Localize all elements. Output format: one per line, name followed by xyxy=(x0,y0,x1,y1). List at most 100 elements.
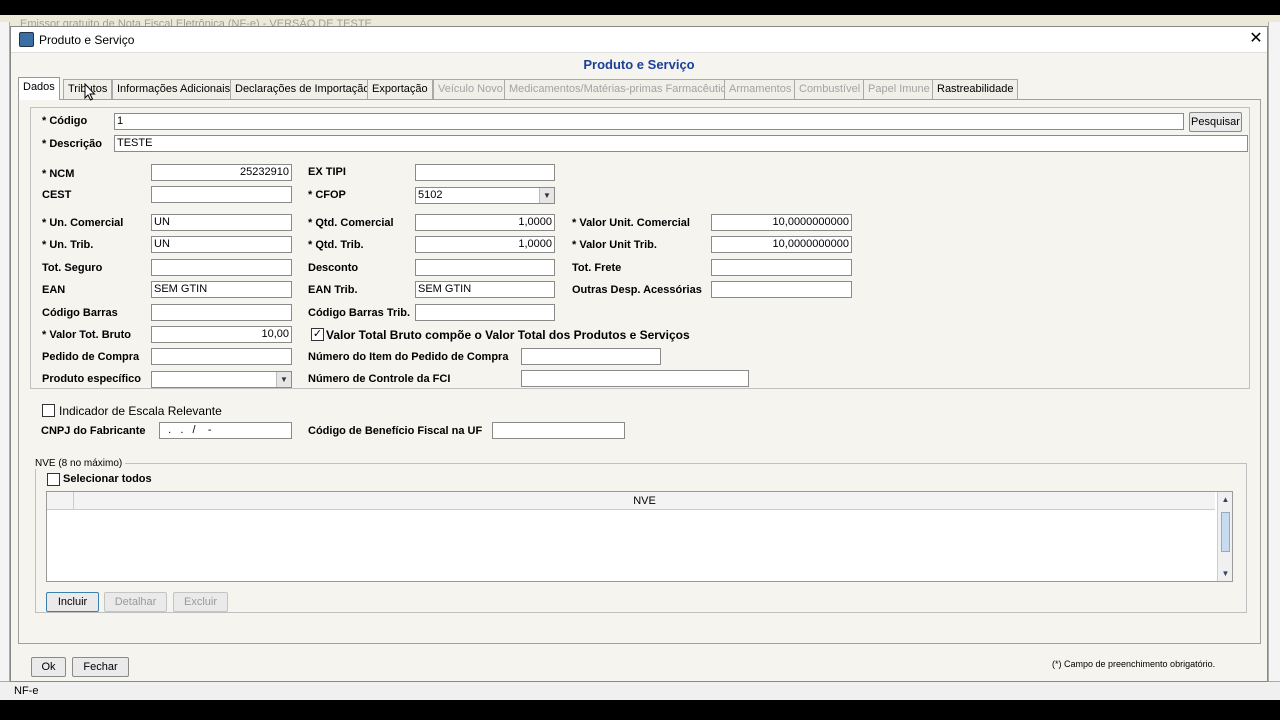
tab-declaracoes-importacao[interactable]: Declarações de Importação xyxy=(230,79,375,99)
un-comercial-input[interactable]: UN xyxy=(151,214,292,231)
cnpj-fabricante-label: CNPJ do Fabricante xyxy=(41,425,146,437)
codigo-label: * Código xyxy=(42,115,88,127)
incluir-button[interactable]: Incluir xyxy=(46,592,99,612)
tab-veiculo-novo: Veículo Novo xyxy=(433,79,508,99)
dialog-titlebar: Produto e Serviço ✕ xyxy=(11,27,1267,53)
qtd-trib-label: * Qtd. Trib. xyxy=(308,239,364,251)
page-title: Produto e Serviço xyxy=(583,57,695,72)
numero-item-pedido-label: Número do Item do Pedido de Compra xyxy=(308,351,509,363)
un-comercial-label: * Un. Comercial xyxy=(42,217,124,229)
outras-desp-input[interactable] xyxy=(711,281,852,298)
nve-scrollbar[interactable]: ▲ ▼ xyxy=(1217,492,1232,581)
nve-table[interactable]: NVE ▲ ▼ xyxy=(46,491,1233,582)
scroll-up-icon[interactable]: ▲ xyxy=(1219,493,1232,506)
cnpj-fabricante-input[interactable]: . . / - xyxy=(159,422,292,439)
tab-papel-imune: Papel Imune xyxy=(863,79,935,99)
valor-tot-bruto-input[interactable]: 10,00 xyxy=(151,326,292,343)
chevron-down-icon[interactable]: ▼ xyxy=(539,188,554,203)
valor-unit-trib-label: * Valor Unit Trib. xyxy=(572,239,657,251)
excluir-button: Excluir xyxy=(173,592,228,612)
ean-trib-input[interactable]: SEM GTIN xyxy=(415,281,555,298)
nve-table-header: NVE xyxy=(47,492,1215,510)
ex-tipi-input[interactable] xyxy=(415,164,555,181)
ean-label: EAN xyxy=(42,284,66,296)
ean-input[interactable]: SEM GTIN xyxy=(151,281,292,298)
scroll-down-icon[interactable]: ▼ xyxy=(1219,567,1232,580)
indicador-escala-label: Indicador de Escala Relevante xyxy=(59,404,222,418)
ncm-label: * NCM xyxy=(42,168,75,180)
nve-column-header: NVE xyxy=(633,495,656,507)
numero-controle-fci-label: Número de Controle da FCI xyxy=(308,373,451,385)
tab-medicamentos: Medicamentos/Matérias-primas Farmacêutic… xyxy=(504,79,743,99)
codigo-beneficio-label: Código de Benefício Fiscal na UF xyxy=(308,425,483,437)
required-fields-footnote: (*) Campo de preenchimento obrigatório. xyxy=(1052,659,1216,669)
background-left-edge xyxy=(0,22,10,682)
ex-tipi-label: EX TIPI xyxy=(308,166,346,178)
valor-total-compoe-label: Valor Total Bruto compõe o Valor Total d… xyxy=(326,328,690,342)
status-bar: NF-e xyxy=(0,681,1280,700)
app-icon xyxy=(19,32,34,47)
codigo-barras-trib-label: Código Barras Trib. xyxy=(308,307,411,319)
detalhar-button: Detalhar xyxy=(104,592,167,612)
fechar-button[interactable]: Fechar xyxy=(72,657,129,677)
produto-servico-dialog: Produto e Serviço ✕ Produto e Serviço Da… xyxy=(10,26,1268,682)
cest-input[interactable] xyxy=(151,186,292,203)
selecionar-todos-label: Selecionar todos xyxy=(63,473,152,485)
desconto-label: Desconto xyxy=(308,262,359,274)
outras-desp-label: Outras Desp. Acessórias xyxy=(572,284,702,296)
codigo-input[interactable]: 1 xyxy=(114,113,1184,130)
chevron-down-icon[interactable]: ▼ xyxy=(276,372,291,387)
valor-unit-trib-input[interactable]: 10,0000000000 xyxy=(711,236,852,253)
status-text: NF-e xyxy=(14,685,39,697)
tab-informacoes-adicionais[interactable]: Informações Adicionais xyxy=(112,79,236,99)
tab-rastreabilidade[interactable]: Rastreabilidade xyxy=(932,79,1019,99)
un-trib-input[interactable]: UN xyxy=(151,236,292,253)
valor-total-compoe-checkbox[interactable]: ✓ xyxy=(311,328,324,341)
tab-armamentos: Armamentos xyxy=(724,79,797,99)
close-icon[interactable]: ✕ xyxy=(1247,30,1265,48)
qtd-comercial-label: * Qtd. Comercial xyxy=(308,217,394,229)
numero-controle-fci-input[interactable] xyxy=(521,370,749,387)
tot-seguro-label: Tot. Seguro xyxy=(42,262,103,274)
un-trib-label: * Un. Trib. xyxy=(42,239,94,251)
desconto-input[interactable] xyxy=(415,259,555,276)
ean-trib-label: EAN Trib. xyxy=(308,284,358,296)
cest-label: CEST xyxy=(42,189,72,201)
descricao-label: * Descrição xyxy=(42,138,102,150)
pesquisar-button[interactable]: Pesquisar xyxy=(1189,112,1242,132)
valor-tot-bruto-label: * Valor Tot. Bruto xyxy=(42,329,132,341)
tot-frete-label: Tot. Frete xyxy=(572,262,622,274)
cfop-label: * CFOP xyxy=(308,189,346,201)
dialog-title: Produto e Serviço xyxy=(39,33,135,47)
tot-frete-input[interactable] xyxy=(711,259,852,276)
produto-especifico-label: Produto específico xyxy=(42,373,142,385)
valor-unit-comercial-label: * Valor Unit. Comercial xyxy=(572,217,690,229)
produto-especifico-select[interactable]: ▼ xyxy=(151,371,292,388)
tab-combustivel: Combustível xyxy=(794,79,866,99)
codigo-beneficio-input[interactable] xyxy=(492,422,625,439)
cfop-select[interactable]: 5102 ▼ xyxy=(415,187,555,204)
tab-exportacao[interactable]: Exportação xyxy=(367,79,433,99)
pedido-compra-input[interactable] xyxy=(151,348,292,365)
cfop-value: 5102 xyxy=(418,189,443,201)
scroll-thumb[interactable] xyxy=(1221,512,1230,552)
qtd-trib-input[interactable]: 1,0000 xyxy=(415,236,555,253)
tot-seguro-input[interactable] xyxy=(151,259,292,276)
descricao-input[interactable]: TESTE xyxy=(114,135,1248,152)
nve-group-legend: NVE (8 no máximo) xyxy=(35,458,126,469)
numero-item-pedido-input[interactable] xyxy=(521,348,661,365)
mouse-cursor-icon xyxy=(84,83,96,101)
tab-dados[interactable]: Dados xyxy=(18,77,60,100)
valor-unit-comercial-input[interactable]: 10,0000000000 xyxy=(711,214,852,231)
pedido-compra-label: Pedido de Compra xyxy=(42,351,140,363)
codigo-barras-label: Código Barras xyxy=(42,307,118,319)
qtd-comercial-input[interactable]: 1,0000 xyxy=(415,214,555,231)
ok-button[interactable]: Ok xyxy=(31,657,66,677)
codigo-barras-input[interactable] xyxy=(151,304,292,321)
selecionar-todos-checkbox[interactable] xyxy=(47,473,60,486)
codigo-barras-trib-input[interactable] xyxy=(415,304,555,321)
ncm-input[interactable]: 25232910 xyxy=(151,164,292,181)
background-right-edge xyxy=(1268,22,1280,682)
indicador-escala-checkbox[interactable] xyxy=(42,404,55,417)
nve-select-column-header xyxy=(47,492,74,510)
